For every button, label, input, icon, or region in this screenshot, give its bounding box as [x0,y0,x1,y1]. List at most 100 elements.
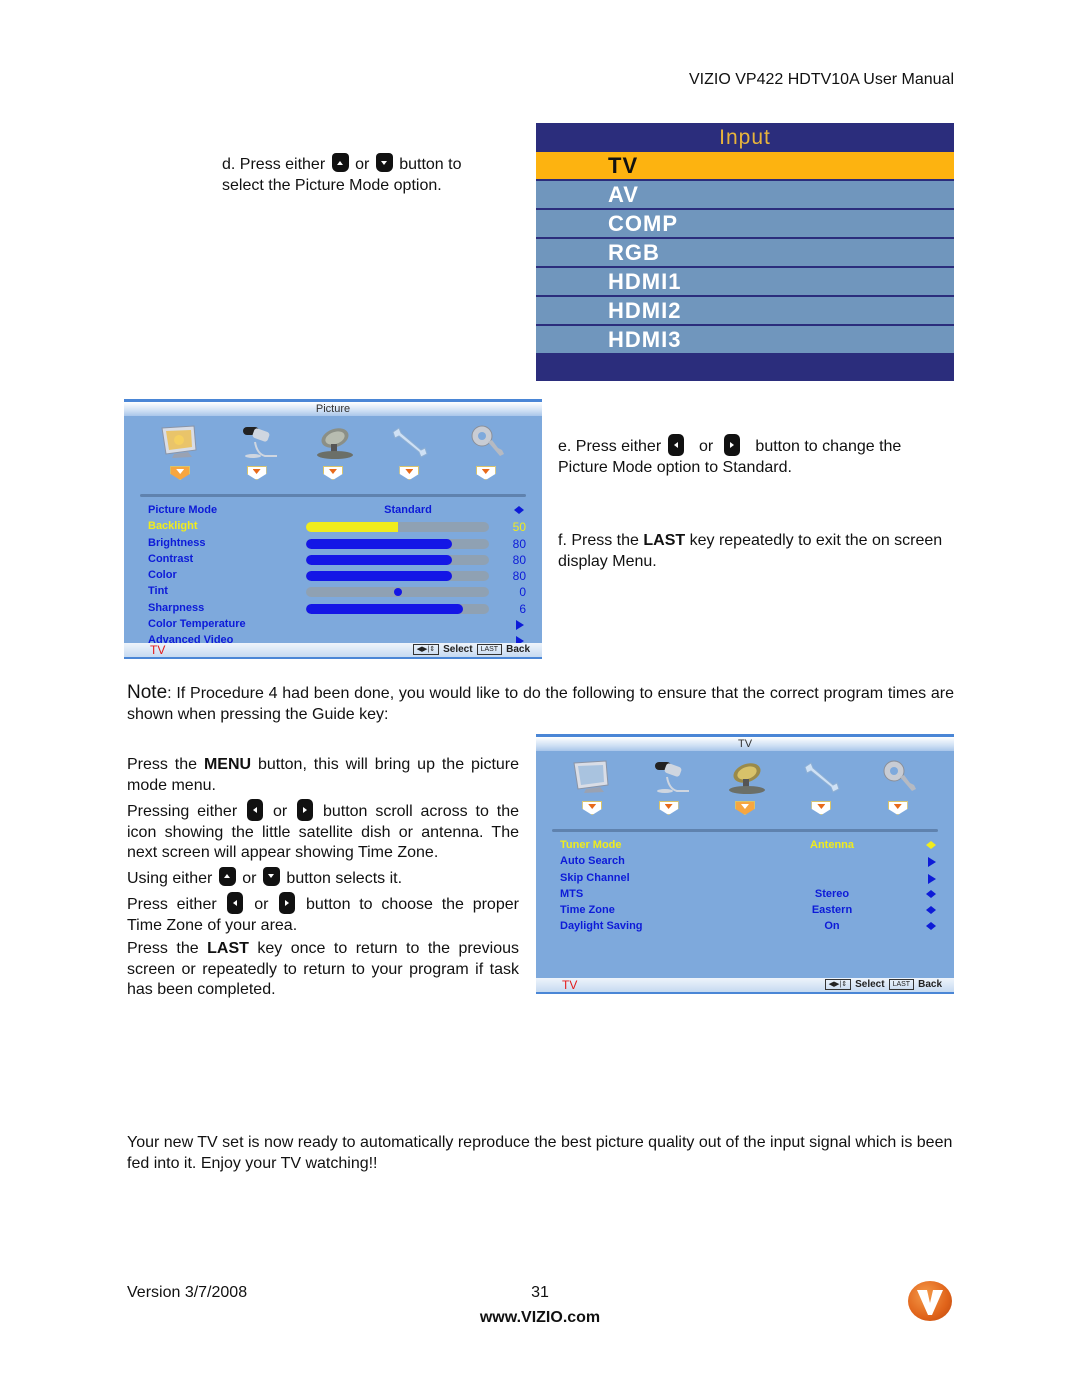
input-item-comp[interactable]: COMP [536,210,954,237]
input-item-tv[interactable]: TV [536,152,954,179]
slider-handle[interactable] [393,588,402,597]
backlight-slider[interactable] [306,522,489,533]
tab-setup[interactable] [791,759,851,827]
setting-label: Brightness [148,536,206,549]
last-key-label: LAST [207,940,249,957]
key-icon [471,425,504,456]
tab-parental[interactable] [456,424,516,492]
right-key-icon [724,434,741,456]
setting-label: Skip Channel [560,871,630,884]
setting-tint[interactable]: Tint 0 [148,584,542,600]
setting-value: 80 [512,552,526,567]
sharpness-slider[interactable] [306,603,489,614]
setting-daylight-saving[interactable]: Daylight Saving On [560,919,954,935]
tint-slider[interactable] [306,587,489,598]
setting-value: Standard [384,504,432,516]
setting-label: Contrast [148,552,194,565]
page-number: 31 [531,1284,549,1301]
input-menu: Input TV AV COMP RGB HDMI1 HDMI2 HDMI3 [536,123,954,381]
left-key-icon [227,892,244,914]
tab-tv[interactable] [715,759,775,827]
instruction-last: Press the LAST key once to return to the… [127,939,519,1001]
setting-value: Antenna [810,839,854,851]
setting-sharpness[interactable]: Sharpness 6 [148,601,542,617]
manual-title: VIZIO VP422 HDTV10A User Manual [689,71,954,88]
setting-tuner-mode[interactable]: Tuner Mode Antenna [560,838,954,854]
setting-color-temperature[interactable]: Color Temperature [148,617,542,633]
tab-indicator [246,466,267,480]
setting-color[interactable]: Color 80 [148,568,542,584]
tab-picture[interactable] [150,424,210,492]
website-link[interactable]: www.VIZIO.com [440,1308,640,1329]
tab-audio[interactable] [639,759,699,827]
nav-keys-icon: ◀▶|⇕ [412,644,440,655]
input-item-hdmi2[interactable]: HDMI2 [536,297,954,324]
satellite-dish-icon [316,428,353,459]
setting-label: MTS [560,887,584,900]
setting-value: Stereo [814,887,850,900]
setting-contrast[interactable]: Contrast 80 [148,552,542,568]
left-right-arrows-icon [926,922,936,931]
note-paragraph: Note: If Procedure 4 had been done, you … [127,682,954,725]
tab-indicator [399,466,420,480]
setting-label: Color Temperature [148,618,246,631]
audio-icon [654,762,689,793]
input-item-rgb[interactable]: RGB [536,239,954,266]
setting-skip-channel[interactable]: Skip Channel [560,871,954,887]
setting-backlight[interactable]: Backlight 50 [148,519,542,535]
tab-parental[interactable] [868,759,928,827]
input-item-hdmi3[interactable]: HDMI3 [536,326,954,353]
wrench-icon [392,427,428,458]
input-item-hdmi1[interactable]: HDMI1 [536,268,954,295]
osd-title: Picture [124,402,542,416]
step-e-suffix: button to change the [755,438,902,455]
tab-indicator [887,801,908,815]
tab-picture[interactable] [562,759,622,827]
setting-auto-search[interactable]: Auto Search [560,854,954,870]
setting-brightness[interactable]: Brightness 80 [148,536,542,552]
satellite-dish-icon [728,763,765,794]
tab-tv[interactable] [303,424,363,492]
setting-time-zone[interactable]: Time Zone Eastern [560,903,954,919]
select-hint: Select [855,979,885,990]
tab-indicator [658,801,679,815]
right-key-icon [297,799,314,821]
step-f-text: f. Press the [558,532,639,549]
step-f: f. Press the LAST key repeatedly to exit… [558,531,954,572]
contrast-slider[interactable] [306,554,489,565]
picture-settings-list: Picture Mode Standard Backlight 50 Brigh… [124,497,542,650]
instr-text: Pressing either [127,803,238,820]
back-hint: Back [918,979,942,990]
or-text: or [698,438,714,455]
submenu-arrow-icon [928,873,936,884]
color-slider[interactable] [306,571,489,582]
tab-indicator [734,801,755,815]
tv-settings-list: Tuner Mode Antenna Auto Search Skip Chan… [536,832,954,936]
setting-value: 80 [512,536,526,551]
setting-label: Backlight [148,520,198,533]
tab-audio[interactable] [227,424,287,492]
instr-text: Press the [127,940,199,957]
setting-value: Eastern [811,904,853,917]
setting-mts[interactable]: MTS Stereo [560,887,954,903]
left-key-icon [667,434,684,456]
left-right-arrows-icon [926,841,936,849]
setting-label: Time Zone [560,904,615,917]
tv-osd: TV Tuner Mode Antenna Auto Search Skip C… [536,734,954,994]
step-d-text: d. Press either [222,156,326,173]
step-d-line2: select the Picture Mode option. [222,176,442,194]
left-right-arrows-icon [926,906,936,915]
osd-tabs [536,751,954,827]
setting-value: 80 [512,569,526,584]
setting-picture-mode[interactable]: Picture Mode Standard [148,503,542,519]
step-d-suffix: button to [399,156,462,173]
setting-label: Tuner Mode [560,839,622,851]
wrench-icon [804,762,840,793]
input-item-av[interactable]: AV [536,181,954,208]
nav-keys-icon: ◀▶|⇕ [824,979,852,990]
last-key-icon: LAST [888,979,915,990]
or-text: or [242,869,257,887]
slider-fill [306,571,453,582]
tab-setup[interactable] [379,424,439,492]
brightness-slider[interactable] [306,538,489,549]
